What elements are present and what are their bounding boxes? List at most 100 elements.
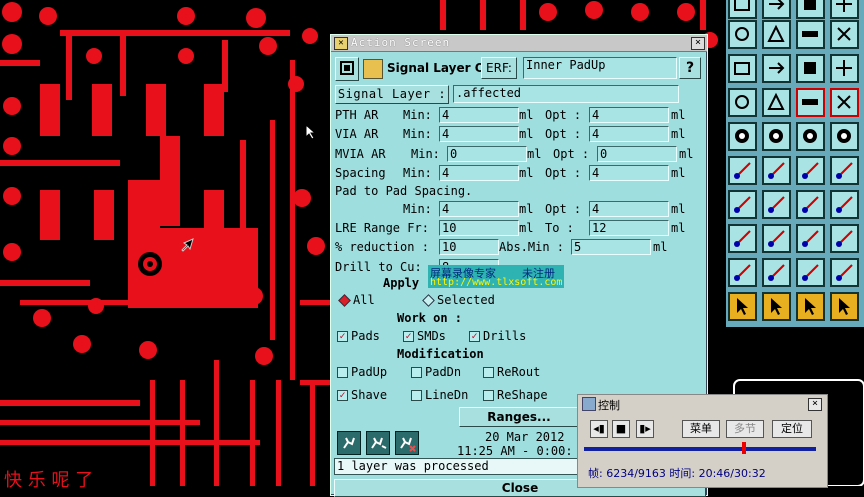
linedn-checkbox[interactable] bbox=[411, 390, 422, 401]
grid-icon bbox=[767, 92, 785, 110]
via-ar-label: VIA AR bbox=[335, 127, 379, 141]
dialog-title-bar[interactable]: ✕ Action Screen × bbox=[331, 35, 707, 52]
stop-button[interactable]: ■ bbox=[612, 420, 630, 438]
tool-net-button[interactable] bbox=[728, 156, 757, 185]
tool-triangle-button[interactable] bbox=[728, 258, 757, 287]
tool-trace-button[interactable] bbox=[830, 190, 859, 219]
via-min-input[interactable]: 4 bbox=[439, 126, 519, 142]
tool-select-button[interactable] bbox=[830, 224, 859, 253]
p2p-opt-input[interactable]: 4 bbox=[589, 201, 669, 217]
via-opt-input[interactable]: 4 bbox=[589, 126, 669, 142]
tool-ruler-button[interactable] bbox=[796, 122, 825, 151]
progress-track[interactable] bbox=[584, 447, 816, 451]
tool-zoom-button[interactable] bbox=[762, 54, 791, 83]
triangle-edit-icon bbox=[802, 264, 819, 281]
runner-stop-icon bbox=[400, 437, 416, 452]
tool-arc-button[interactable] bbox=[796, 190, 825, 219]
tool-move-button[interactable] bbox=[762, 224, 791, 253]
fit-icon bbox=[734, 62, 750, 75]
tool-pointer-button[interactable] bbox=[728, 292, 757, 321]
ranges-button[interactable]: Ranges... bbox=[459, 407, 579, 427]
next-button[interactable]: ▮▸ bbox=[636, 420, 654, 438]
tool-drill-button[interactable] bbox=[830, 122, 859, 151]
tool-pointer-dot-button[interactable] bbox=[830, 292, 859, 321]
padup-checkbox[interactable] bbox=[337, 367, 348, 378]
selected-radio[interactable] bbox=[422, 294, 435, 307]
paddn-label: PadDn bbox=[425, 365, 462, 379]
close-icon[interactable]: × bbox=[691, 37, 705, 50]
help-button[interactable]: ? bbox=[679, 57, 701, 79]
lre-to-input[interactable]: 12 bbox=[589, 220, 669, 236]
spacing-min-input[interactable]: 4 bbox=[439, 165, 519, 181]
control-close-icon[interactable]: × bbox=[808, 398, 822, 411]
prev-button[interactable]: ◂▮ bbox=[590, 420, 608, 438]
tool-layers-red-button[interactable] bbox=[796, 88, 825, 117]
tool-pan-button[interactable] bbox=[830, 54, 859, 83]
mvia-min-input[interactable]: 0 bbox=[447, 146, 527, 162]
run-action-button[interactable] bbox=[337, 431, 361, 455]
pth-min-input[interactable]: 4 bbox=[439, 107, 519, 123]
paddn-checkbox[interactable] bbox=[411, 367, 422, 378]
all-radio[interactable] bbox=[338, 294, 351, 307]
tool-line-button[interactable] bbox=[728, 190, 757, 219]
progress-knob[interactable] bbox=[741, 442, 746, 454]
tool-grid-button[interactable] bbox=[762, 88, 791, 117]
tool-cross-button[interactable] bbox=[762, 156, 791, 185]
pth-opt-input[interactable]: 4 bbox=[589, 107, 669, 123]
erf-value-field[interactable]: Inner PadUp bbox=[523, 57, 677, 79]
tool-shape-button[interactable] bbox=[762, 122, 791, 151]
tool-forward-button[interactable] bbox=[762, 0, 791, 19]
tool-pointer-sq-button[interactable] bbox=[796, 292, 825, 321]
tool-sync-button[interactable] bbox=[830, 20, 859, 49]
p2p-min-input[interactable]: 4 bbox=[439, 201, 519, 217]
signal-layer-field[interactable]: .affected bbox=[453, 85, 679, 103]
trace-icon bbox=[836, 196, 853, 213]
tool-route-button[interactable] bbox=[796, 156, 825, 185]
layer-opt-icon-button[interactable] bbox=[335, 57, 359, 81]
tool-snap-button[interactable] bbox=[728, 224, 757, 253]
tool-swap-button[interactable] bbox=[796, 20, 825, 49]
tool-back-button[interactable] bbox=[728, 0, 757, 19]
tool-pointer-select-button[interactable] bbox=[762, 292, 791, 321]
tool-fit-button[interactable] bbox=[728, 54, 757, 83]
erf-button[interactable]: ERF: bbox=[481, 57, 517, 79]
tool-import-button[interactable] bbox=[728, 20, 757, 49]
shave-checkbox[interactable]: ✓ bbox=[337, 390, 348, 401]
spacing-min-unit: ml bbox=[519, 166, 534, 180]
control-window: 控制 × ◂▮ ■ ▮▸ 菜单 多节 定位 帧: 6234/9163 时间: 2… bbox=[577, 394, 828, 488]
tool-triangle-edit-button[interactable] bbox=[796, 258, 825, 287]
menu-button[interactable]: 菜单 bbox=[682, 420, 720, 438]
layers-icon bbox=[837, 95, 851, 109]
mvia-min-unit: ml bbox=[527, 147, 542, 161]
run-stop-button[interactable] bbox=[395, 431, 419, 455]
tool-layers-button[interactable] bbox=[830, 88, 859, 117]
signal-layer-button[interactable]: Signal Layer : bbox=[335, 85, 449, 104]
lre-from-input[interactable]: 10 bbox=[439, 220, 519, 236]
tool-split-button[interactable] bbox=[830, 156, 859, 185]
absmin-label: Abs.Min : bbox=[499, 240, 565, 254]
tool-calc-button[interactable] bbox=[796, 0, 825, 19]
tool-pad-button[interactable] bbox=[728, 122, 757, 151]
tool-copy-button[interactable] bbox=[830, 0, 859, 19]
spacing-opt-input[interactable]: 4 bbox=[589, 165, 669, 181]
tool-measure-dist-button[interactable] bbox=[796, 224, 825, 253]
drills-checkbox[interactable]: ✓ bbox=[469, 331, 480, 342]
smds-checkbox[interactable]: ✓ bbox=[403, 331, 414, 342]
pads-checkbox[interactable]: ✓ bbox=[337, 331, 348, 342]
tool-triangle-bold-button[interactable] bbox=[830, 258, 859, 287]
tool-scale-button[interactable] bbox=[796, 54, 825, 83]
tool-angle-button[interactable] bbox=[762, 190, 791, 219]
run-step-button[interactable] bbox=[366, 431, 390, 455]
control-title-bar[interactable]: 控制 × bbox=[578, 395, 827, 413]
tool-export-button[interactable] bbox=[762, 20, 791, 49]
locate-button[interactable]: 定位 bbox=[772, 420, 812, 438]
mvia-opt-input[interactable]: 0 bbox=[597, 146, 677, 162]
multi-section-button[interactable]: 多节 bbox=[726, 420, 764, 438]
tool-delta-button[interactable] bbox=[762, 258, 791, 287]
pad-to-pad-label: Pad to Pad Spacing. bbox=[335, 184, 473, 198]
rerout-checkbox[interactable] bbox=[483, 367, 494, 378]
tool-measure-button[interactable] bbox=[728, 88, 757, 117]
reshape-checkbox[interactable] bbox=[483, 390, 494, 401]
reduction-input[interactable]: 10 bbox=[439, 239, 499, 255]
absmin-input[interactable]: 5 bbox=[571, 239, 651, 255]
